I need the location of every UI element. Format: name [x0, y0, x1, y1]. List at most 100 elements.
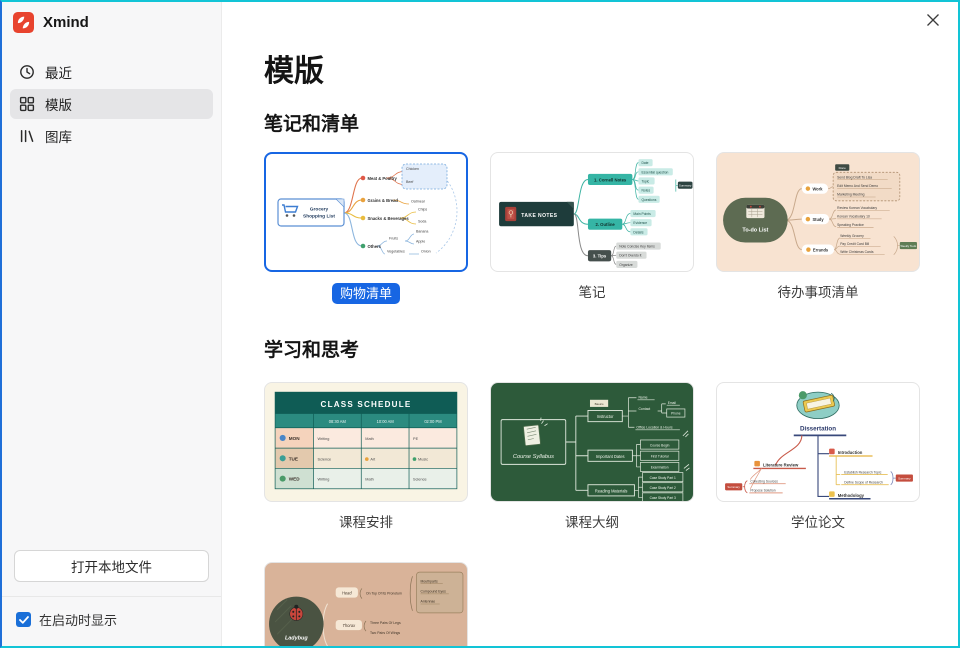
thumb-label: Reading Materials [595, 488, 628, 493]
template-card-ladybug[interactable]: Ladybug Head On Top Of Its Pronotum Mout… [264, 562, 468, 646]
topic-icon [829, 491, 835, 497]
open-local-file-button[interactable]: 打开本地文件 [14, 550, 209, 582]
notebook-doodle [523, 418, 547, 446]
templates-grid-icon [19, 96, 35, 112]
notes-thumbnail: TAKE NOTES 1. Cornell Notes Date [491, 153, 693, 271]
template-card-grocery[interactable]: Grocery Shopping List Meat & Poultry Gra… [264, 152, 468, 272]
sidebar-item-recent[interactable]: 最近 [10, 57, 213, 87]
thumb-label: Three Pairs Of Legs [370, 621, 401, 625]
thumb-label: Methodology [838, 493, 865, 498]
sidebar-item-gallery[interactable]: 图库 [10, 121, 213, 151]
notes-b2-children: Main Points Evidence Details [630, 210, 655, 235]
todo-center-node: To-do List [723, 198, 788, 243]
app-title: Xmind [43, 14, 89, 31]
app-header: Xmind [2, 2, 221, 33]
template-card-todo[interactable]: To-do List Work Done Send Blog Draft To … [716, 152, 920, 272]
sidebar-item-templates[interactable]: 模版 [10, 89, 213, 119]
thumb-label: Soda [418, 220, 426, 224]
thumb-label: Send Blog Draft To Lisa [837, 175, 872, 179]
thumb-label: Weekly Grocery [840, 234, 864, 238]
template-card-schedule[interactable]: CLASS SCHEDULE 08:30 AM 10:00 AM 02:00 P… [264, 382, 468, 502]
ladybug-branch-thorax: Thorax Three Pairs Of Legs Two Pairs Of … [336, 620, 401, 635]
page-title: 模版 [264, 46, 324, 90]
thumb-label: Science [413, 478, 427, 482]
xmind-logo-icon [13, 12, 34, 33]
thumb-label: 10:00 AM [377, 419, 395, 424]
library-icon [19, 128, 35, 144]
thumb-label: Propose Solution [750, 489, 775, 493]
sidebar-nav: 最近 模版 图库 [2, 57, 221, 151]
thumb-label: Thorax [343, 623, 357, 628]
thumb-label: Course Syllabus [513, 454, 554, 460]
thumb-label: Apple [416, 240, 425, 244]
branch-dot [361, 198, 366, 203]
thumb-label: Review Korean Vocabulary [837, 206, 877, 210]
close-button[interactable] [922, 9, 944, 31]
thumb-label: Korean Vocabulary 10 [837, 215, 870, 219]
thumb-label: 08:30 AM [329, 419, 347, 424]
syllabus-thumbnail: Basics Course Syllabus Instructor Name C… [491, 383, 693, 501]
thumb-label: TUE [289, 456, 298, 461]
thumb-label: Work [812, 186, 823, 191]
thumb-label: Chicken [406, 167, 419, 171]
thumb-label: WED [289, 477, 300, 482]
sparkle-doodle [540, 418, 547, 426]
thumb-label: Date [641, 161, 648, 165]
template-card-syllabus[interactable]: Basics Course Syllabus Instructor Name C… [490, 382, 694, 502]
check-icon [19, 616, 29, 624]
template-syllabus-wrap: Basics Course Syllabus Instructor Name C… [490, 382, 694, 532]
thumb-label: Speaking Practice [837, 223, 864, 227]
branch-dot [361, 176, 366, 181]
todo-branch-work: Work Done Send Blog Draft To Lisa Edit M… [802, 164, 900, 201]
show-on-startup-row[interactable]: 在启动时显示 [2, 597, 221, 646]
show-on-startup-checkbox[interactable] [16, 612, 31, 627]
thumb-label: Dissertation [800, 425, 836, 432]
branch-dot [361, 244, 366, 249]
thumb-label: Onion [421, 250, 431, 254]
thumb-label: Write Christmas Cards [840, 250, 874, 254]
ladybug-braces [323, 576, 412, 646]
sidebar-item-label: 模版 [45, 94, 72, 114]
thumb-label: Grains & Bread [368, 198, 399, 203]
thumb-label: Banana [416, 230, 428, 234]
template-dissertation-wrap: Dissertation [716, 382, 920, 532]
template-label-notes: 笔记 [579, 283, 606, 302]
thumb-label: Math [365, 478, 374, 482]
template-gallery: 模版 笔记和清单 [223, 2, 958, 646]
sidebar-item-label: 最近 [45, 62, 72, 82]
thumb-label: Name [638, 396, 647, 400]
topic-icon [829, 449, 835, 455]
template-label-grocery: 购物清单 [332, 283, 400, 304]
thumb-label: To-do List [742, 227, 768, 233]
thumb-label: Case Study Part 1 [650, 476, 676, 480]
notes-b1-children: Date Essential question Topic Notes Ques… [638, 159, 692, 203]
thumb-label: Weekly To-do [901, 244, 917, 248]
notes-b3-children: Note Concise Key Items Don't Overdo It O… [616, 243, 660, 268]
thumb-label: Office Location & Hours [636, 426, 672, 430]
template-card-notes[interactable]: TAKE NOTES 1. Cornell Notes Date [490, 152, 694, 272]
template-row-2: CLASS SCHEDULE 08:30 AM 10:00 AM 02:00 P… [264, 382, 920, 532]
thumb-label: Case Study Part 2 [650, 486, 676, 490]
thumb-label: Note Concise Key Items [619, 245, 655, 249]
thumb-label: Main Points [633, 212, 651, 216]
thumb-label: Case Study Part 3 [650, 496, 676, 500]
sidebar: Xmind 最近 模版 [2, 2, 222, 646]
thumb-label: PE [413, 437, 419, 441]
template-notes-wrap: TAKE NOTES 1. Cornell Notes Date [490, 152, 694, 304]
thumb-label: Oatmeal [411, 200, 425, 204]
thumb-label: Meat & Poultry [368, 176, 398, 181]
template-card-dissertation[interactable]: Dissertation [716, 382, 920, 502]
thumb-label: Marketing Meeting [837, 193, 864, 197]
thumb-label: Organize [619, 263, 633, 267]
thumb-label: Done [839, 166, 847, 170]
thumb-label: Essential question [641, 170, 668, 174]
template-label-syllabus: 课程大纲 [565, 513, 619, 532]
thumb-label: 3. Tips [593, 254, 607, 259]
template-row-3: Ladybug Head On Top Of Its Pronotum Mout… [264, 562, 468, 646]
thumb-label: Important Dates [596, 454, 625, 459]
thumb-label: Snacks & Beverages [368, 216, 410, 221]
thumb-label: TAKE NOTES [521, 213, 557, 219]
template-label-schedule: 课程安排 [339, 513, 393, 532]
thumb-label: Details [633, 230, 643, 234]
thumb-label: Literature Review [763, 462, 799, 467]
